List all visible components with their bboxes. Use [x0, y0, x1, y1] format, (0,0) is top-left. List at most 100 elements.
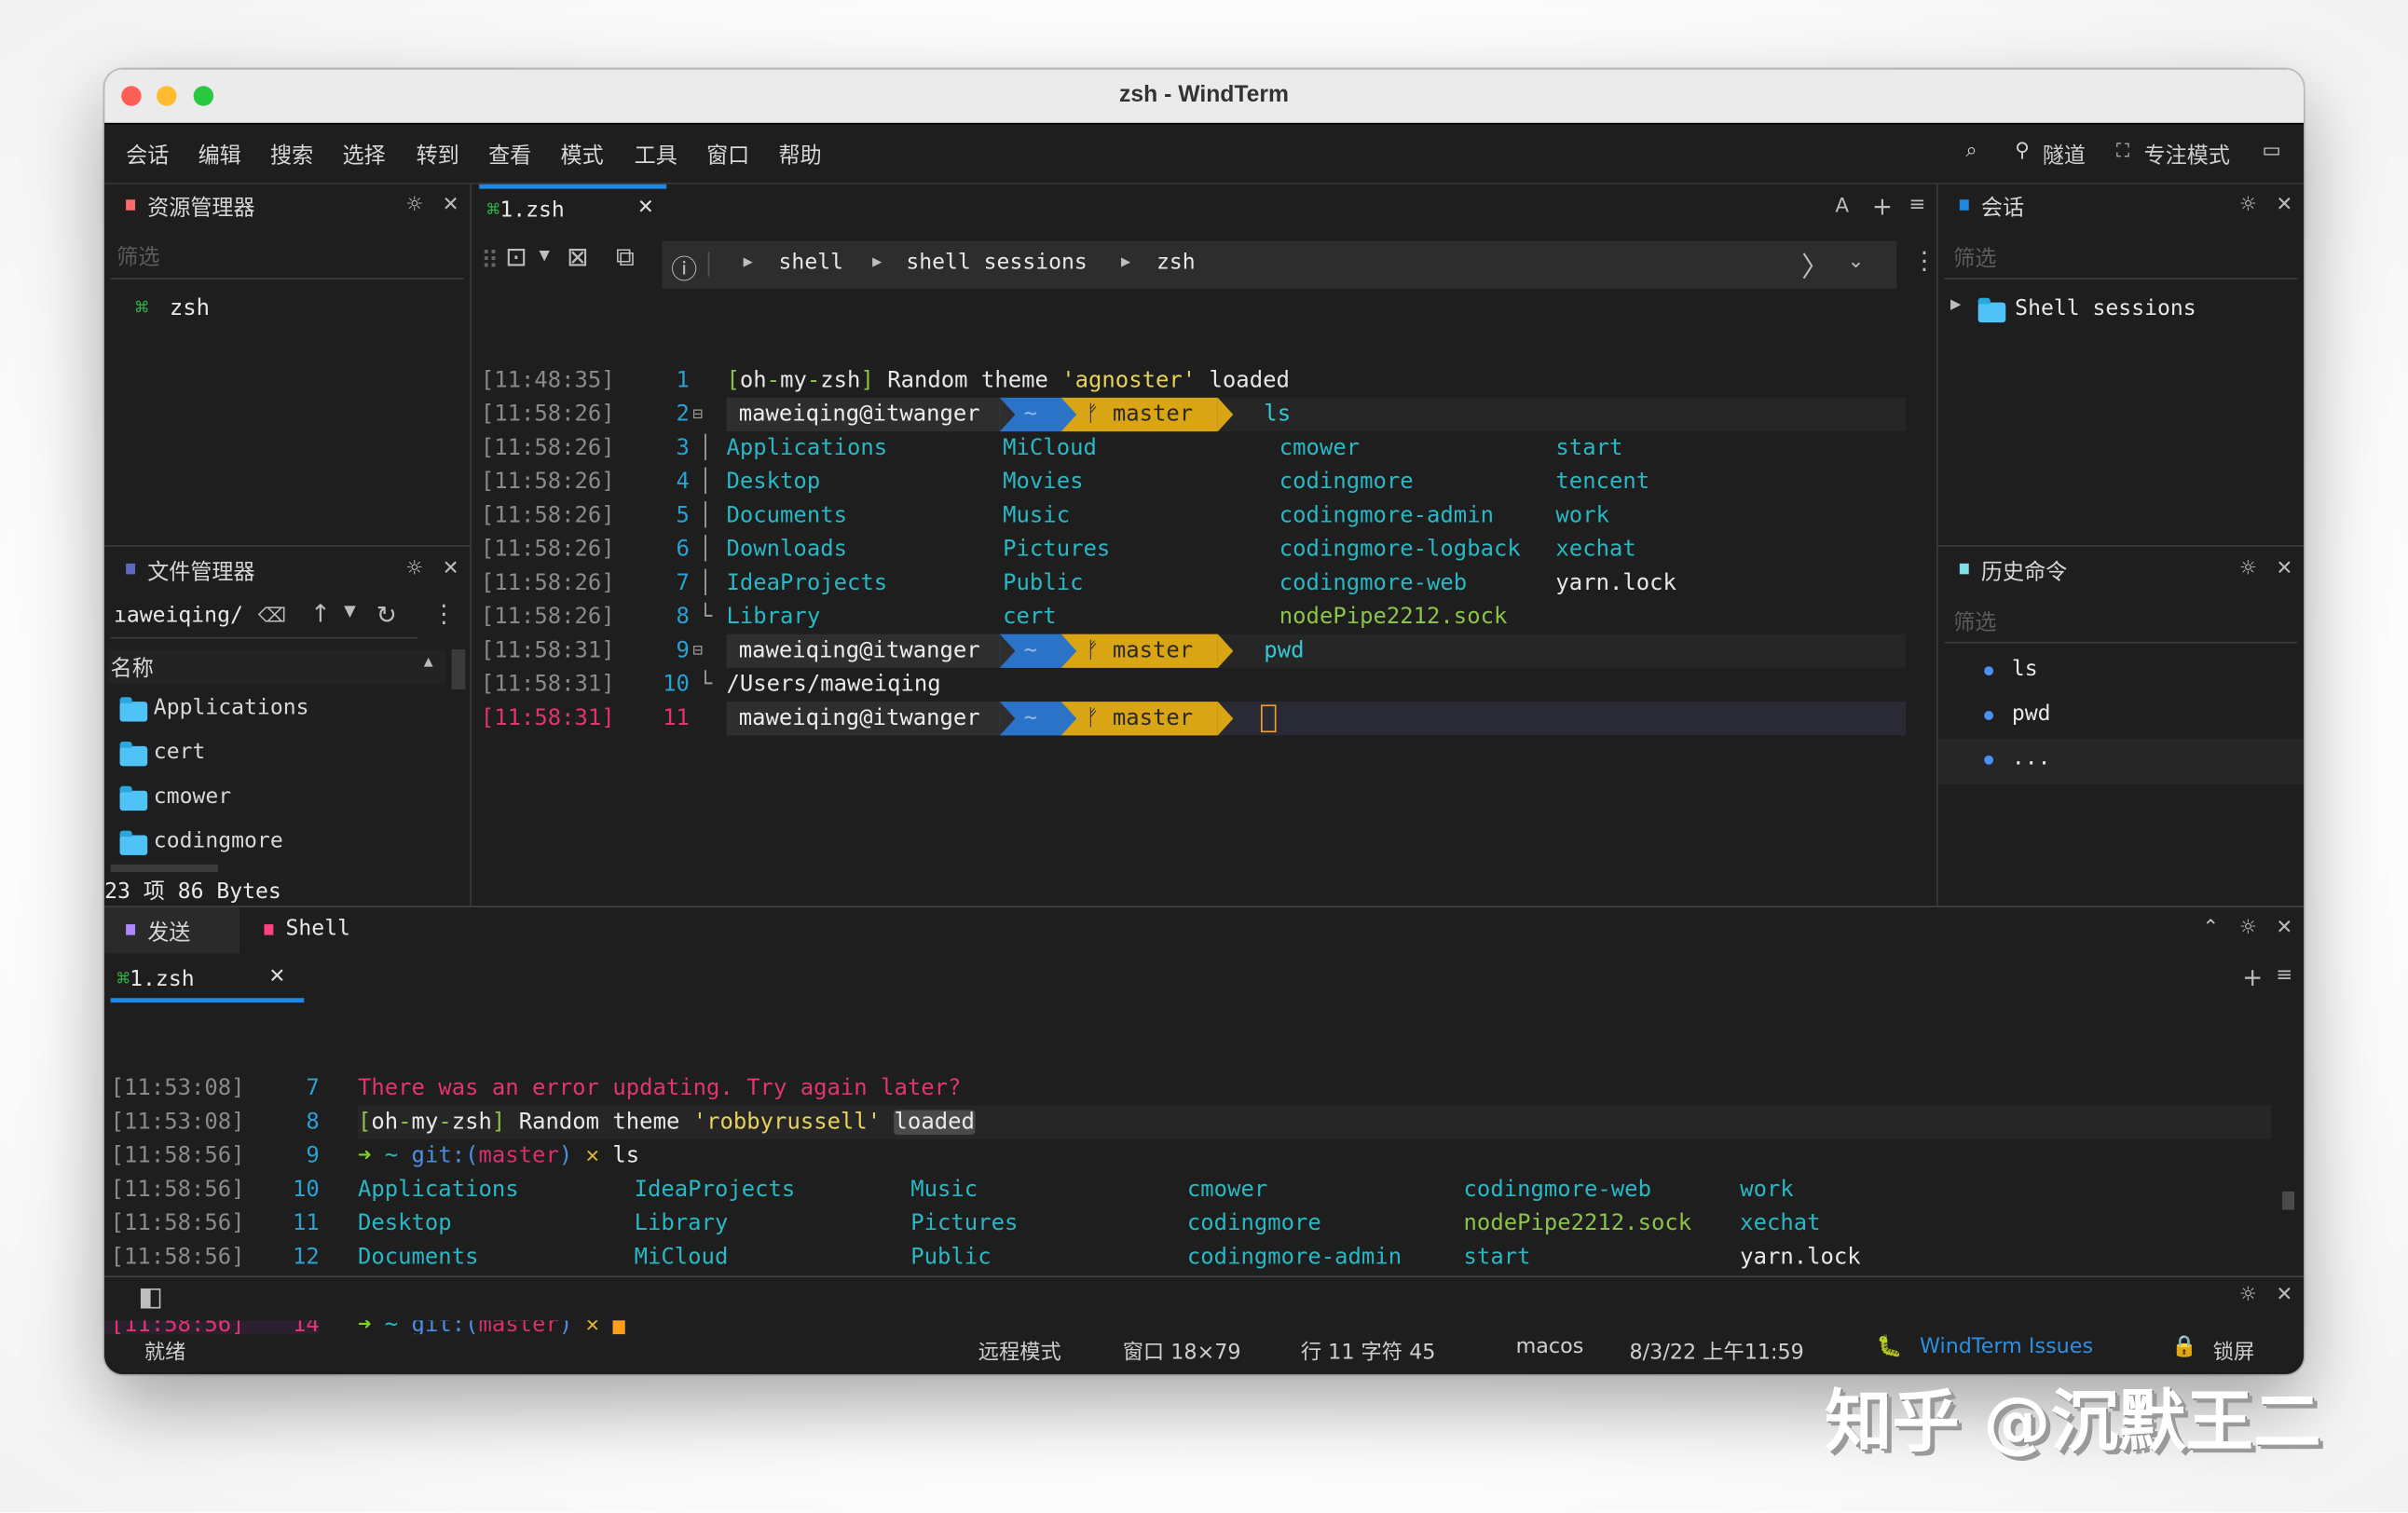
- close-icon[interactable]: ✕: [2276, 1284, 2292, 1307]
- drag-handle-icon[interactable]: ⠿: [481, 246, 499, 275]
- collapse-icon[interactable]: ⌃: [2202, 917, 2219, 940]
- gear-icon[interactable]: ☼: [2239, 1284, 2257, 1307]
- new-session-icon[interactable]: ⊡: [505, 242, 527, 273]
- ls-entry[interactable]: cert: [1003, 600, 1057, 634]
- ls-entry[interactable]: codingmore-admin: [1187, 1241, 1402, 1274]
- more-icon[interactable]: ⋮: [1912, 246, 1936, 275]
- tunnel-button[interactable]: 隧道: [2043, 140, 2086, 170]
- chevron-down-icon[interactable]: ⌄: [1848, 251, 1865, 274]
- dropdown-icon[interactable]: ▼: [344, 604, 356, 620]
- ls-entry[interactable]: start: [1555, 431, 1622, 465]
- add-tab-icon[interactable]: +: [1872, 192, 1893, 221]
- menu-search[interactable]: 搜索: [270, 140, 313, 170]
- ls-entry[interactable]: codingmore-web: [1464, 1173, 1651, 1206]
- close-icon[interactable]: ✕: [2276, 557, 2292, 580]
- ls-entry[interactable]: yarn.lock: [1740, 1241, 1860, 1274]
- gear-icon[interactable]: ☼: [405, 194, 423, 217]
- ls-entry[interactable]: work: [1740, 1173, 1794, 1206]
- lock-screen-button[interactable]: 锁屏: [2213, 1334, 2254, 1365]
- more-icon[interactable]: ⋮: [431, 599, 456, 628]
- ls-entry[interactable]: xechat: [1555, 533, 1635, 566]
- menu-edit[interactable]: 编辑: [198, 140, 241, 170]
- layout-icon[interactable]: ▭: [2263, 140, 2281, 163]
- history-item[interactable]: ls: [1938, 652, 2304, 695]
- session-tree-item[interactable]: ▶ Shell sessions: [1950, 294, 2258, 328]
- close-icon[interactable]: ✕: [2276, 917, 2292, 940]
- ls-entry[interactable]: Public: [910, 1241, 991, 1274]
- fold-icon[interactable]: ⊟: [692, 634, 703, 668]
- history-filter-input[interactable]: 筛选: [1953, 607, 1996, 637]
- history-item[interactable]: pwd: [1938, 697, 2304, 740]
- close-icon[interactable]: ✕: [443, 194, 459, 217]
- menu-goto[interactable]: 转到: [417, 140, 459, 170]
- info-icon[interactable]: ⓘ: [671, 247, 697, 286]
- breadcrumb-item[interactable]: shell: [779, 251, 843, 275]
- ls-entry[interactable]: cmower: [1187, 1173, 1267, 1206]
- ls-entry[interactable]: Music: [910, 1173, 978, 1206]
- font-size-button[interactable]: A: [1835, 195, 1849, 218]
- clear-path-icon[interactable]: ⌫: [258, 605, 286, 628]
- ls-entry[interactable]: Public: [1003, 566, 1083, 600]
- close-tab-icon[interactable]: ✕: [637, 197, 654, 220]
- ls-entry[interactable]: codingmore-web: [1279, 566, 1467, 600]
- ls-entry[interactable]: codingmore: [1187, 1206, 1321, 1240]
- ls-entry[interactable]: Desktop: [727, 465, 821, 498]
- close-session-icon[interactable]: ⊠: [567, 242, 588, 273]
- gear-icon[interactable]: ☼: [2239, 194, 2257, 217]
- explorer-filter-input[interactable]: 筛选: [116, 241, 159, 272]
- fold-icon[interactable]: ⊟: [692, 398, 703, 431]
- breadcrumb-item[interactable]: zsh: [1156, 251, 1196, 275]
- ls-entry[interactable]: Applications: [358, 1173, 519, 1206]
- ls-entry[interactable]: Music: [1003, 499, 1070, 533]
- tab-menu-icon[interactable]: ≡: [2276, 964, 2292, 988]
- tab-shell[interactable]: Shell: [252, 907, 375, 953]
- scrollbar-vertical[interactable]: [451, 649, 466, 689]
- ls-entry[interactable]: xechat: [1740, 1206, 1820, 1240]
- name-column-header[interactable]: 名称 ▲: [107, 649, 445, 684]
- menu-session[interactable]: 会话: [126, 140, 169, 170]
- ls-entry[interactable]: Library: [635, 1206, 729, 1240]
- ls-entry[interactable]: nodePipe2212.sock: [1279, 600, 1508, 634]
- menu-help[interactable]: 帮助: [779, 140, 822, 170]
- ls-entry[interactable]: MiCloud: [1003, 431, 1097, 465]
- ls-entry[interactable]: IdeaProjects: [635, 1173, 796, 1206]
- ls-entry[interactable]: MiCloud: [635, 1241, 729, 1274]
- tab-menu-icon[interactable]: ≡: [1909, 194, 1925, 217]
- refresh-icon[interactable]: ↻: [376, 600, 397, 629]
- tab-send[interactable]: 发送: [104, 906, 240, 954]
- ls-entry[interactable]: codingmore-admin: [1279, 499, 1494, 533]
- file-row[interactable]: cmower: [119, 783, 428, 816]
- send-toggle-icon[interactable]: ◧: [138, 1282, 162, 1313]
- close-tab-icon[interactable]: ✕: [268, 966, 285, 989]
- explorer-item-zsh[interactable]: ⌘ zsh: [135, 292, 210, 320]
- expand-icon[interactable]: ▶: [1950, 298, 1961, 313]
- menu-mode[interactable]: 模式: [561, 140, 604, 170]
- ls-entry[interactable]: Library: [727, 600, 821, 634]
- ls-entry[interactable]: Movies: [1003, 465, 1083, 498]
- status-remote-mode[interactable]: 远程模式: [978, 1334, 1061, 1365]
- menu-select[interactable]: 选择: [343, 140, 386, 170]
- breadcrumb-item[interactable]: shell sessions: [906, 251, 1087, 275]
- path-input[interactable]: ıaweiqing/: [114, 604, 243, 628]
- file-row[interactable]: codingmore: [119, 827, 428, 861]
- ls-entry[interactable]: codingmore: [1279, 465, 1414, 498]
- scrollbar-horizontal[interactable]: [110, 864, 219, 873]
- chevron-right-icon[interactable]: 〉: [1801, 246, 1829, 286]
- gear-icon[interactable]: ☼: [405, 557, 423, 580]
- focus-mode-button[interactable]: 专注模式: [2144, 140, 2230, 170]
- file-row[interactable]: Applications: [119, 694, 428, 728]
- ls-entry[interactable]: cmower: [1279, 431, 1360, 465]
- status-cursor-position[interactable]: 行 11 字符 45: [1301, 1334, 1436, 1365]
- ls-entry[interactable]: Pictures: [910, 1206, 1018, 1240]
- issues-link[interactable]: WindTerm Issues: [1920, 1334, 2093, 1358]
- gear-icon[interactable]: ☼: [2239, 557, 2257, 580]
- history-item[interactable]: ...: [1937, 738, 2304, 785]
- duplicate-session-icon[interactable]: ⧉: [616, 242, 635, 273]
- ls-entry[interactable]: start: [1464, 1241, 1531, 1274]
- status-os[interactable]: macos: [1516, 1334, 1584, 1358]
- ls-entry[interactable]: Downloads: [727, 533, 847, 566]
- gear-icon[interactable]: ☼: [2239, 917, 2257, 940]
- ls-entry[interactable]: Applications: [727, 431, 888, 465]
- ls-entry[interactable]: yarn.lock: [1555, 566, 1676, 600]
- add-tab-icon[interactable]: +: [2242, 962, 2263, 991]
